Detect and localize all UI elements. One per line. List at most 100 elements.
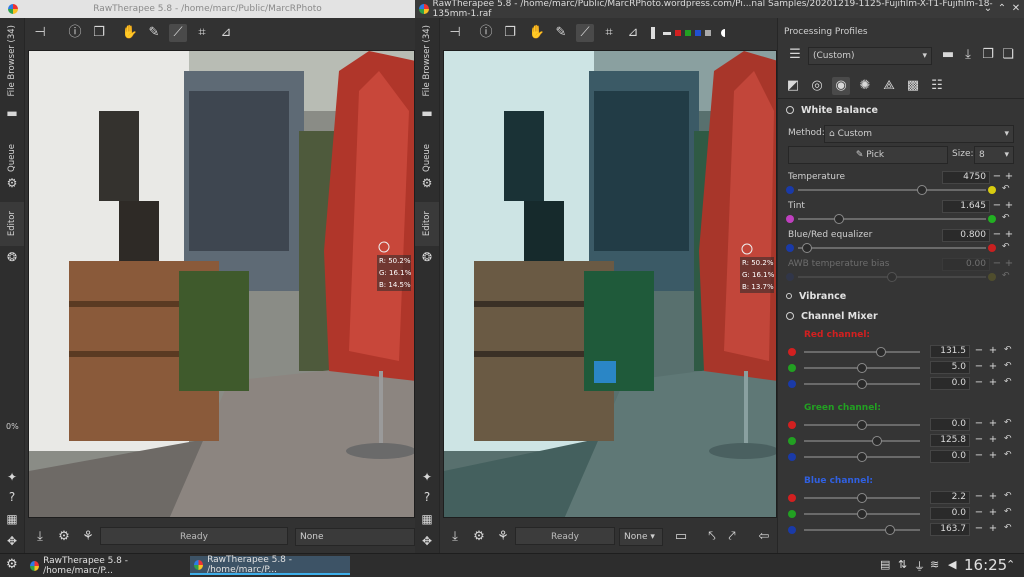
channel-mixer-header[interactable]: Channel Mixer [778,308,1018,324]
mixer-slider-handle[interactable] [857,493,867,503]
info-icon[interactable]: ⓘ [66,24,84,42]
save-icon[interactable]: ⤓ [31,528,49,546]
straighten-icon[interactable]: ⊿ [624,24,642,42]
add-star-icon[interactable]: ✦ [5,470,19,484]
increment-button[interactable]: + [1004,171,1014,183]
tab-file-browser[interactable]: File Browser (34) [415,25,439,97]
mixer-value-field[interactable]: 0.0 [930,418,970,431]
minimize-icon[interactable]: ⌄ [982,3,994,15]
channel-luminance-icon[interactable] [705,30,711,36]
mixer-slider-track[interactable] [804,529,920,531]
before-after-icon[interactable]: ❐ [90,24,108,42]
aperture-icon[interactable]: ❂ [420,250,434,264]
mixer-slider-handle[interactable] [857,452,867,462]
expand-tray-icon[interactable]: ⌃ [1006,558,1015,571]
volume-icon[interactable]: ◀ [948,558,956,571]
snapshot-icon[interactable]: ▭ [672,528,690,546]
external-editor-icon[interactable]: ⚘ [494,528,512,546]
slider-handle[interactable] [802,243,813,253]
folder-icon[interactable]: ▬ [5,106,19,120]
info-icon[interactable]: ⓘ [477,24,495,42]
reset-icon[interactable]: ↶ [1002,184,1010,194]
mixer-slider-handle[interactable] [857,379,867,389]
color-tab-icon[interactable]: ◉ [832,77,850,95]
wb-picker-icon[interactable]: ⟋ [169,24,187,42]
slider-handle[interactable] [917,185,928,195]
queue-add-icon[interactable]: ⚙ [55,528,73,546]
maximize-icon[interactable]: ⌃ [996,3,1008,15]
mixer-slider-track[interactable] [804,440,920,442]
reset-icon[interactable]: ↶ [1004,434,1012,444]
color-picker-icon[interactable]: ✎ [552,24,570,42]
crop-icon[interactable]: ⌗ [193,24,211,42]
increment-button[interactable]: + [1004,229,1014,241]
queue-add-icon[interactable]: ⚙ [470,528,488,546]
increment-button[interactable]: + [1004,258,1014,270]
mixer-value-field[interactable]: 125.8 [930,434,970,447]
slider-value-field[interactable]: 0.00 [942,258,990,271]
increment-button[interactable]: + [988,418,998,430]
back-arrow-icon[interactable]: ⇦ [755,528,773,546]
increment-button[interactable]: + [988,377,998,389]
decrement-button[interactable]: − [974,434,984,446]
move-icon[interactable]: ✥ [420,534,434,548]
help-icon[interactable]: ? [420,490,434,504]
mixer-value-field[interactable]: 131.5 [930,345,970,358]
channel-green-icon[interactable] [685,30,691,36]
move-icon[interactable]: ✥ [5,534,19,548]
mixer-slider-handle[interactable] [884,525,895,535]
power-icon[interactable] [786,106,794,114]
copy-profile-icon[interactable]: ❐ [979,46,997,64]
wifi-icon[interactable]: ≋ [930,558,939,571]
straighten-icon[interactable]: ⊿ [217,24,235,42]
preview-image-after[interactable]: R: 50.2% G: 16.1% B: 13.7% [443,50,777,518]
mixer-value-field[interactable]: 2.2 [930,491,970,504]
decrement-button[interactable]: − [992,258,1002,270]
white-balance-header[interactable]: White Balance [778,102,1018,118]
slider-track[interactable] [798,247,986,249]
power-icon[interactable] [786,312,794,320]
slider-handle[interactable] [887,272,897,282]
slider-track[interactable] [798,218,986,220]
decrement-button[interactable]: − [974,523,984,535]
advanced-tab-icon[interactable]: ✺ [856,77,874,95]
tab-queue[interactable]: Queue [415,134,439,182]
size-select[interactable]: 8 ▾ [974,146,1014,164]
close-icon[interactable]: ✕ [1010,3,1022,15]
increment-button[interactable]: + [988,434,998,446]
gears-icon[interactable]: ⚙ [420,176,434,190]
channel-blue-icon[interactable] [695,30,701,36]
external-editor-icon[interactable]: ⚘ [79,528,97,546]
mixer-slider-handle[interactable] [857,509,867,519]
decrement-button[interactable]: − [992,171,1002,183]
tab-queue[interactable]: Queue [0,134,24,182]
profile-list-icon[interactable]: ☰ [786,46,804,64]
decrement-button[interactable]: − [974,345,984,357]
reset-icon[interactable]: ↶ [1004,361,1012,371]
decrement-button[interactable]: − [974,377,984,389]
save-icon[interactable]: ⤓ [446,528,464,546]
profile-select[interactable]: (Custom) ▾ [808,47,932,65]
histogram-icon[interactable]: ▦ [420,512,434,526]
increment-button[interactable]: + [988,491,998,503]
add-star-icon[interactable]: ✦ [420,470,434,484]
reset-icon[interactable]: ↶ [1004,491,1012,501]
reset-icon[interactable]: ↶ [1004,507,1012,517]
mixer-slider-handle[interactable] [857,420,867,430]
reset-icon[interactable]: ↶ [1004,418,1012,428]
histogram-icon[interactable]: ▦ [5,512,19,526]
vibrance-header[interactable]: Vibrance [778,288,1018,304]
network-icon[interactable]: ⇅ [898,558,907,571]
wb-picker-icon[interactable]: ⟋ [576,24,594,42]
exposure-tab-icon[interactable]: ◩ [784,77,802,95]
crop-icon[interactable]: ⌗ [600,24,618,42]
increment-button[interactable]: + [988,523,998,535]
next-image-icon[interactable]: ⤤ [723,528,741,546]
color-picker-icon[interactable]: ✎ [145,24,163,42]
hand-tool-icon[interactable]: ✋ [528,24,546,42]
mixer-slider-handle[interactable] [875,347,886,357]
mixer-value-field[interactable]: 0.0 [930,507,970,520]
before-after-icon[interactable]: ❐ [501,24,519,42]
reset-icon[interactable]: ↶ [1004,450,1012,460]
meta-tab-icon[interactable]: ☷ [928,77,946,95]
